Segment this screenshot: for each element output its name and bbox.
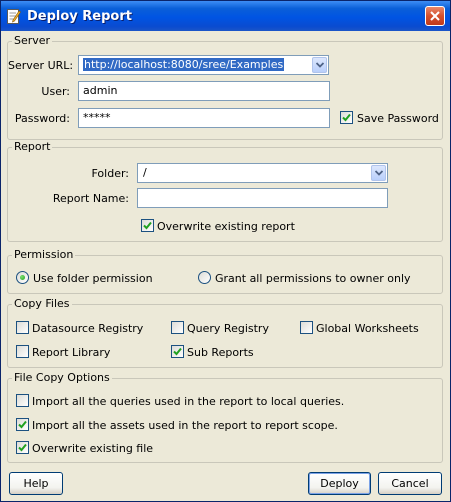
copy-files-group: Copy Files Datasource Registry Query Reg…: [7, 297, 443, 368]
file-copy-options-legend: File Copy Options: [12, 371, 112, 384]
checkmark-icon: [18, 420, 27, 429]
server-group: Server Server URL: http://localhost:8080…: [7, 34, 443, 140]
close-button[interactable]: [425, 6, 445, 26]
report-legend: Report: [12, 140, 53, 153]
import-assets-checkbox[interactable]: [16, 418, 29, 431]
server-url-label: Server URL:: [8, 59, 74, 72]
overwrite-report-label: Overwrite existing report: [157, 220, 295, 233]
report-name-field[interactable]: [137, 188, 388, 208]
report-name-label: Report Name:: [52, 192, 129, 205]
report-group: Report Folder: / Report Name: Overwrite …: [7, 140, 443, 242]
report-library-checkbox[interactable]: [16, 345, 29, 358]
server-url-combo[interactable]: http://localhost:8080/sree/Examples: [78, 55, 329, 75]
global-worksheets-label: Global Worksheets: [316, 322, 419, 335]
checkmark-icon: [143, 221, 152, 230]
server-url-value: http://localhost:8080/sree/Examples: [83, 58, 285, 71]
file-copy-options-group: File Copy Options Import all the queries…: [7, 371, 443, 463]
sub-reports-label: Sub Reports: [187, 346, 254, 359]
permission-group: Permission Use folder permission Grant a…: [7, 248, 443, 294]
title-bar[interactable]: Deploy Report: [1, 1, 450, 31]
checkmark-icon: [342, 113, 351, 122]
folder-dropdown-button[interactable]: [371, 165, 386, 181]
folder-value: /: [143, 166, 147, 179]
user-field[interactable]: admin: [78, 81, 330, 101]
import-queries-checkbox[interactable]: [16, 394, 29, 407]
checkmark-icon: [173, 347, 182, 356]
copy-files-legend: Copy Files: [12, 297, 72, 310]
chevron-down-icon: [375, 170, 383, 176]
deploy-button[interactable]: Deploy: [308, 472, 371, 495]
global-worksheets-checkbox[interactable]: [300, 321, 313, 334]
save-password-label: Save Password: [357, 112, 439, 125]
overwrite-file-checkbox[interactable]: [16, 441, 29, 454]
datasource-registry-checkbox[interactable]: [16, 321, 29, 334]
sub-reports-checkbox[interactable]: [171, 345, 184, 358]
permission-legend: Permission: [12, 248, 76, 261]
query-registry-label: Query Registry: [187, 322, 269, 335]
user-label: User:: [41, 85, 70, 98]
overwrite-file-label: Overwrite existing file: [32, 442, 154, 455]
server-url-dropdown-button[interactable]: [312, 57, 327, 73]
close-icon: [430, 11, 440, 21]
chevron-down-icon: [316, 62, 324, 68]
help-button[interactable]: Help: [9, 472, 63, 495]
overwrite-report-checkbox[interactable]: [141, 219, 154, 232]
password-label: Password:: [14, 112, 70, 125]
server-legend: Server: [12, 34, 53, 47]
query-registry-checkbox[interactable]: [171, 321, 184, 334]
folder-combo[interactable]: /: [137, 163, 388, 183]
grant-owner-permission-label: Grant all permissions to owner only: [215, 272, 411, 285]
save-password-checkbox[interactable]: [340, 111, 353, 124]
folder-label: Folder:: [91, 167, 129, 180]
dialog-title: Deploy Report: [27, 9, 132, 24]
report-edit-icon: [7, 8, 21, 24]
checkmark-icon: [18, 443, 27, 452]
import-assets-label: Import all the assets used in the report…: [32, 419, 338, 432]
import-queries-label: Import all the queries used in the repor…: [32, 395, 345, 408]
password-field[interactable]: *****: [78, 108, 330, 128]
use-folder-permission-radio[interactable]: [16, 271, 29, 284]
report-library-label: Report Library: [32, 346, 111, 359]
cancel-button[interactable]: Cancel: [378, 472, 442, 495]
deploy-report-dialog: Deploy Report Server Server URL: http://…: [0, 0, 451, 502]
use-folder-permission-label: Use folder permission: [33, 272, 153, 285]
datasource-registry-label: Datasource Registry: [32, 322, 144, 335]
grant-owner-permission-radio[interactable]: [198, 271, 211, 284]
